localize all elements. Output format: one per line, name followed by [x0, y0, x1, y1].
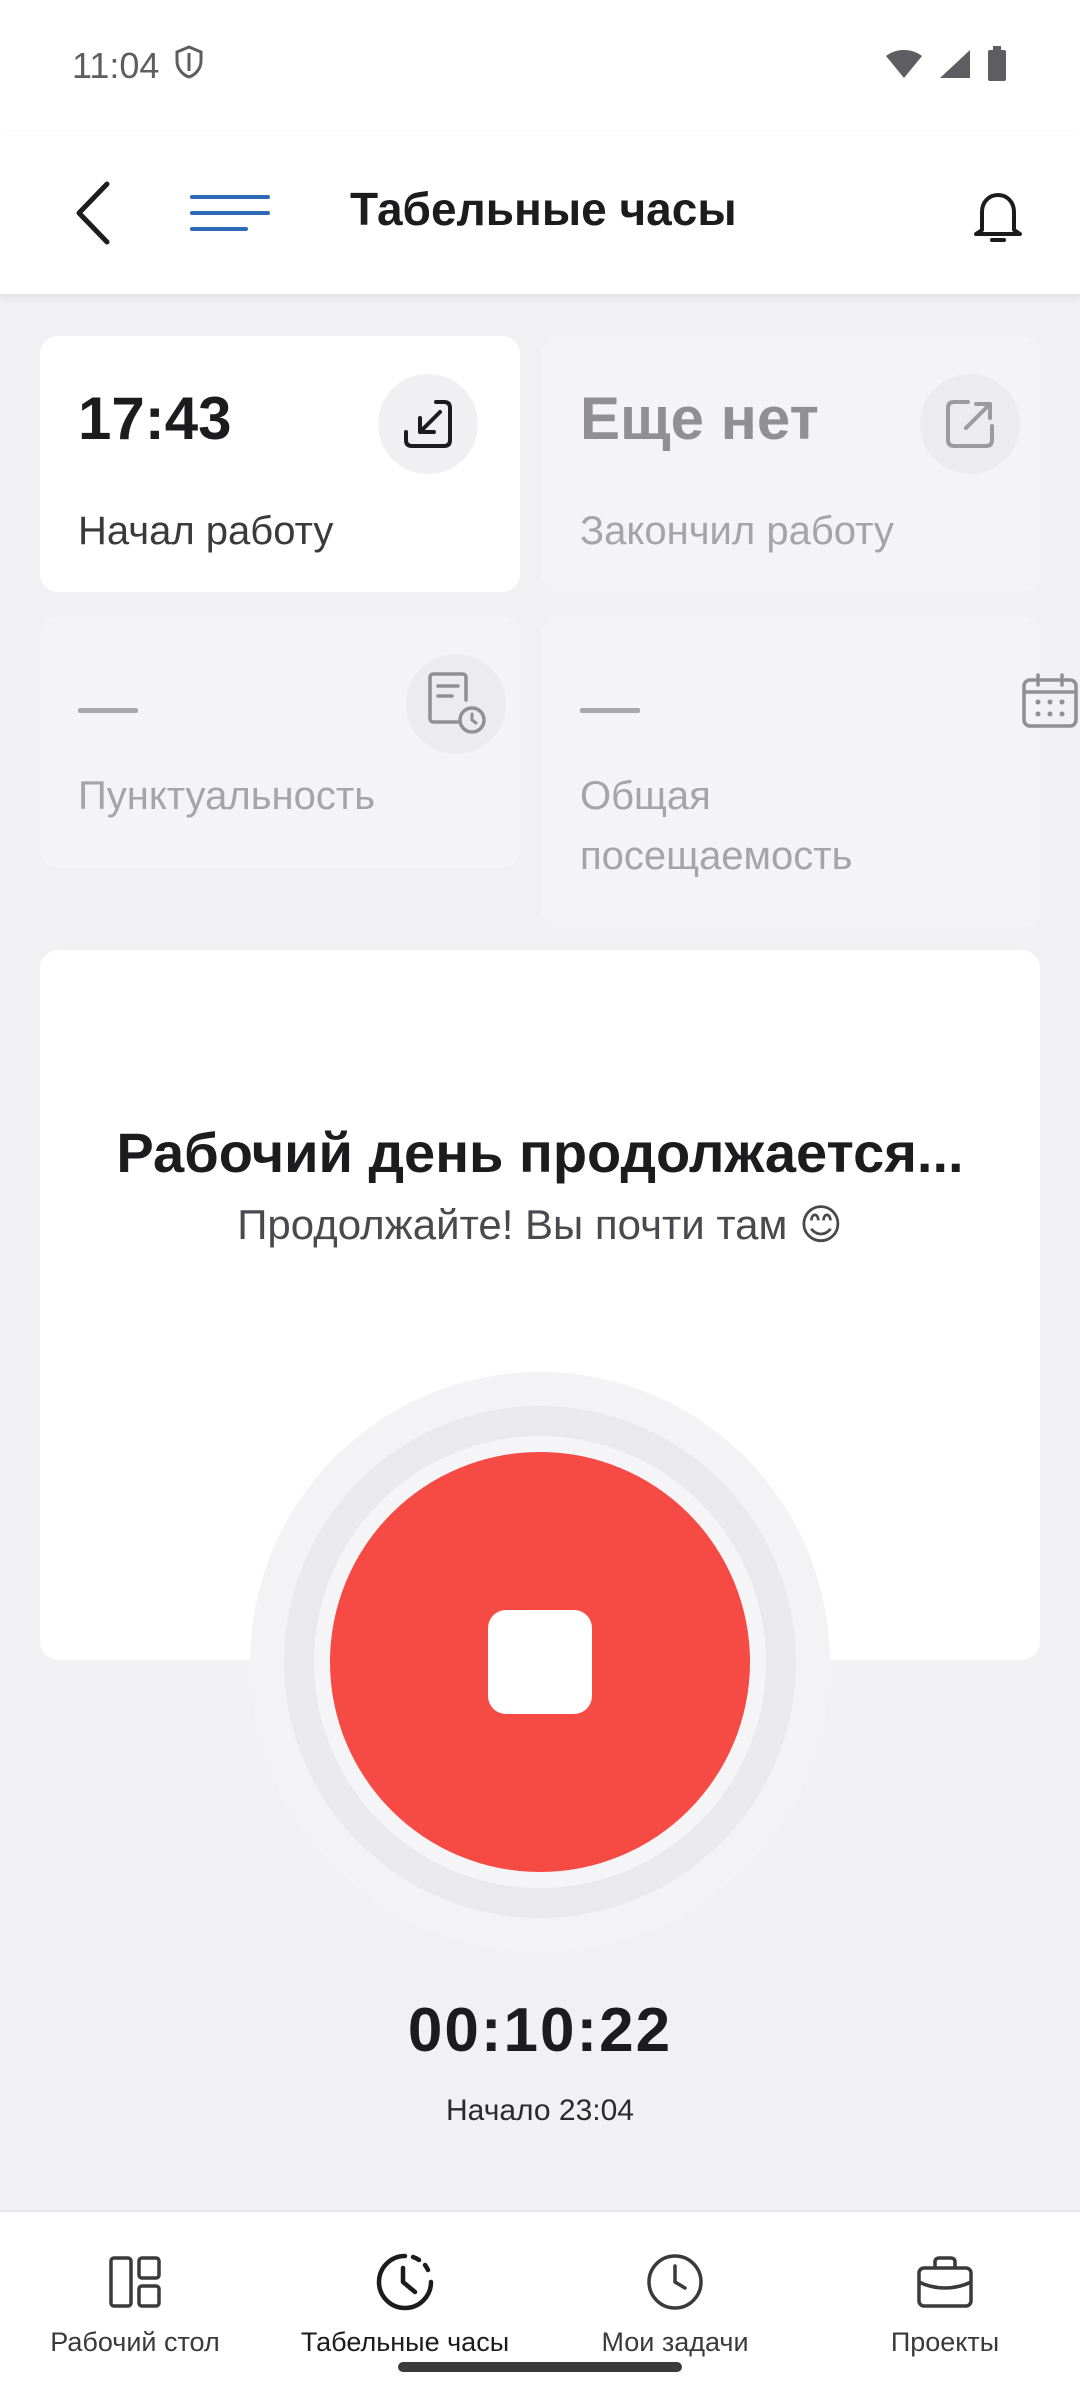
- calendar-icon: [1020, 672, 1080, 732]
- start-work-time: 17:43: [78, 385, 232, 452]
- clock-icon: [645, 2248, 705, 2315]
- briefcase-icon: [915, 2248, 975, 2315]
- page-title: Табельные часы: [350, 183, 737, 235]
- stop-icon: [488, 1610, 592, 1714]
- start-work-label: Начал работу: [78, 509, 334, 553]
- attendance-card[interactable]: Общая посещаемость: [542, 616, 1040, 928]
- nav-label-projects: Проекты: [890, 2327, 1000, 2357]
- back-button[interactable]: [48, 168, 138, 258]
- app-bar: Табельные часы: [0, 132, 1080, 296]
- status-left: 11:04: [72, 44, 205, 88]
- nav-item-dashboard[interactable]: Рабочий стол: [0, 2248, 270, 2358]
- nav-item-timesheet[interactable]: Табельные часы: [270, 2248, 540, 2358]
- attendance-label-line1: Общая: [580, 774, 711, 818]
- chevron-left-icon: [76, 181, 110, 245]
- menu-icon: [190, 195, 270, 231]
- battery-icon: [986, 45, 1008, 87]
- clock-out-icon-wrap: [920, 374, 1020, 474]
- punctuality-empty-dash: [78, 708, 138, 713]
- workday-status-title: Рабочий день продолжается...: [116, 1121, 964, 1184]
- clock-in-icon: [404, 400, 452, 448]
- status-right: [884, 45, 1008, 87]
- end-work-label: Закончил работу: [580, 509, 894, 553]
- notifications-button[interactable]: [950, 168, 1046, 264]
- nav-label-timesheet: Табельные часы: [300, 2327, 510, 2357]
- elapsed-timer: 00:10:22: [407, 1996, 673, 2065]
- punctuality-icon-wrap: [406, 654, 506, 754]
- bell-icon: [974, 193, 1022, 242]
- document-clock-icon: [428, 672, 486, 734]
- punctuality-card[interactable]: Пунктуальность: [40, 616, 520, 868]
- wifi-icon: [884, 48, 924, 85]
- home-indicator[interactable]: [398, 2362, 682, 2372]
- attendance-label: Общая посещаемость: [580, 766, 852, 886]
- stop-work-button[interactable]: [330, 1452, 750, 1872]
- punctuality-label: Пунктуальность: [78, 774, 376, 818]
- nav-item-my-tasks[interactable]: Мои задачи: [540, 2248, 810, 2358]
- attendance-empty-dash: [580, 708, 640, 713]
- nav-label-dashboard: Рабочий стол: [50, 2327, 220, 2357]
- signal-icon: [938, 48, 972, 85]
- workday-status-subtitle: Продолжайте! Вы почти там 😊: [237, 1201, 843, 1248]
- nav-item-projects[interactable]: Проекты: [810, 2248, 1080, 2358]
- clock-timer-icon: [373, 2248, 437, 2315]
- start-time-label: Начало 23:04: [446, 2094, 634, 2127]
- attendance-label-line2: посещаемость: [580, 834, 853, 878]
- clock-in-icon-wrap: [378, 374, 478, 474]
- shield-icon: [173, 44, 205, 88]
- status-time: 11:04: [72, 45, 160, 86]
- end-work-card[interactable]: Еще нет Закончил работу: [542, 336, 1040, 592]
- menu-button[interactable]: [180, 168, 280, 258]
- end-work-time: Еще нет: [580, 385, 819, 452]
- status-bar: 11:04: [0, 0, 1080, 132]
- nav-label-my-tasks: Мои задачи: [601, 2327, 749, 2357]
- start-work-card[interactable]: 17:43 Начал работу: [40, 336, 520, 592]
- dashboard-icon: [107, 2248, 163, 2315]
- clock-out-icon: [946, 400, 994, 448]
